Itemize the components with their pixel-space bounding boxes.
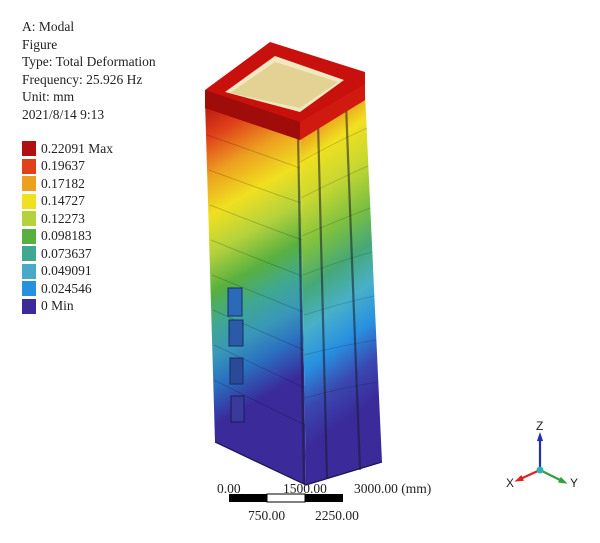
scale-label-0: 0.00 [217, 481, 241, 496]
triad-z-label: Z [536, 419, 544, 433]
triad-y-label: Y [570, 476, 579, 490]
z-axis-arrow-arrowhead [536, 432, 544, 442]
triad-origin [536, 466, 544, 474]
scale-label-2250: 2250.00 [315, 508, 359, 523]
scale-label-750: 750.00 [248, 508, 286, 523]
triad-x-label: X [506, 476, 515, 490]
y-axis-arrow-arrowhead [558, 476, 568, 484]
scale-label-3000: 3000.00 (mm) [354, 481, 432, 496]
x-axis-arrow-arrowhead [514, 475, 524, 482]
coordinate-triad[interactable]: Z X Y [500, 418, 590, 503]
scale-label-1500: 1500.00 [283, 481, 327, 496]
